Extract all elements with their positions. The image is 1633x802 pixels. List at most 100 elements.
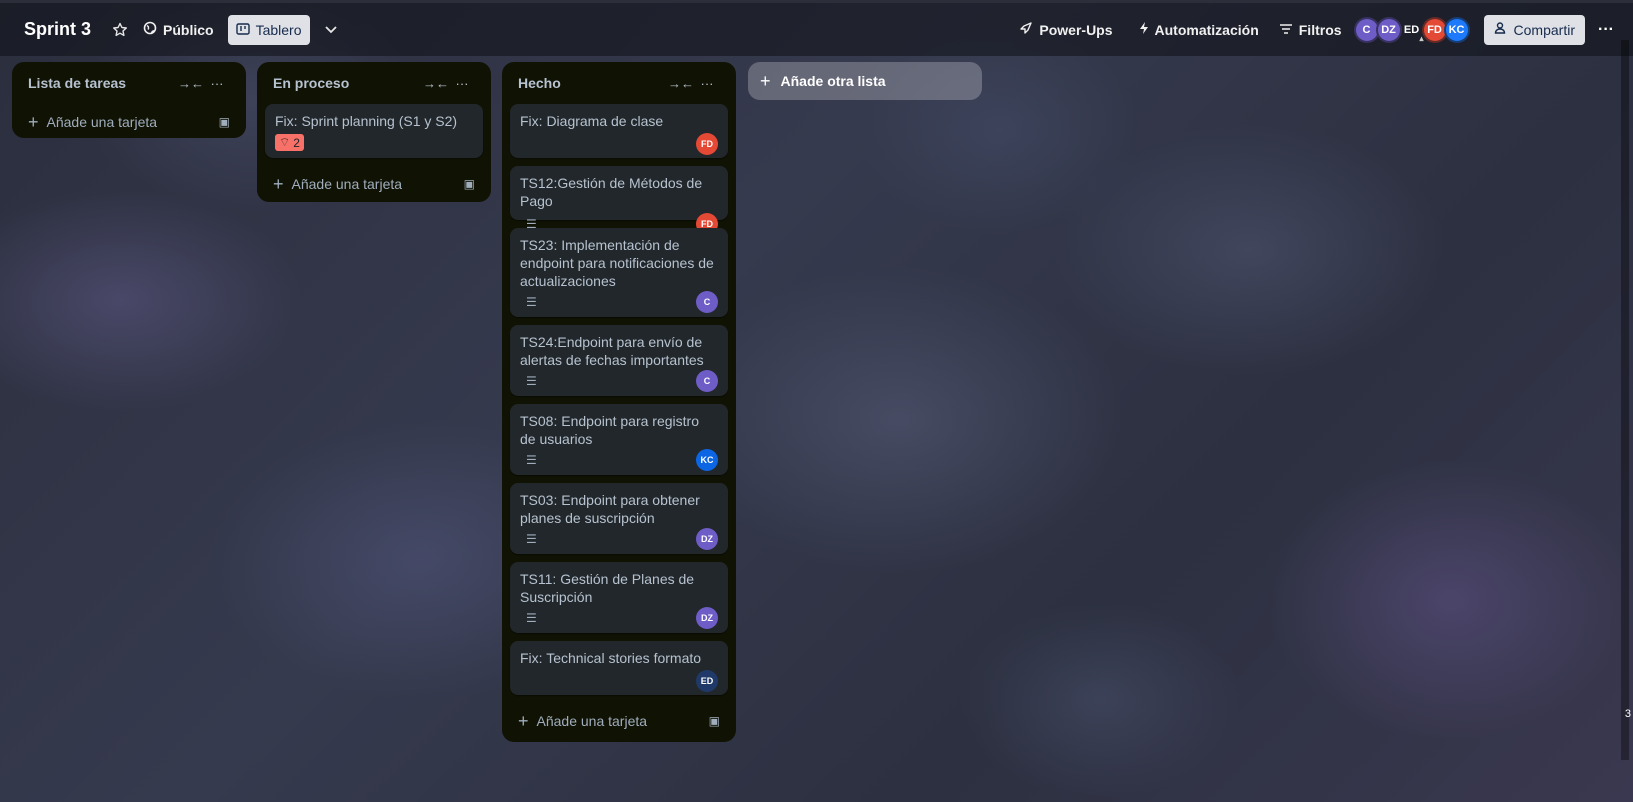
list-header: Hecho →← ··· <box>510 62 728 104</box>
add-card-label: Añade una tarjeta <box>536 713 648 729</box>
card[interactable]: TS03: Endpoint para obtener planes de su… <box>510 483 728 554</box>
tag-icon: ⌔ <box>279 135 291 149</box>
more-icon[interactable]: ··· <box>449 76 475 91</box>
list-header: En proceso →← ··· <box>265 62 483 104</box>
card-footer: ED <box>520 669 718 693</box>
description-icon: ☰ <box>526 453 537 467</box>
card-footer: ☰ DZ <box>520 527 718 551</box>
add-card-button[interactable]: + Añade una tarjeta ▣ <box>20 104 238 140</box>
card-title: Fix: Technical stories formato <box>520 650 702 666</box>
board-header: Sprint 3 Público Tablero Power-Ups Autom… <box>0 0 1633 56</box>
avatar[interactable]: KC <box>1443 16 1470 43</box>
more-icon[interactable]: ··· <box>1591 15 1621 45</box>
list-title[interactable]: Lista de tareas <box>28 75 178 91</box>
collapse-icon[interactable]: →← <box>423 76 449 91</box>
plus-icon: + <box>273 173 284 194</box>
add-list-label: Añade otra lista <box>780 73 886 89</box>
filters-button[interactable]: Filtros <box>1271 15 1350 45</box>
avatar[interactable]: ED <box>696 670 718 692</box>
card-title: Fix: Sprint planning (S1 y S2) <box>275 113 458 129</box>
board-title[interactable]: Sprint 3 <box>24 19 91 40</box>
add-card-button[interactable]: + Añade una tarjeta ▣ <box>265 166 483 202</box>
list-title[interactable]: En proceso <box>273 75 423 91</box>
chevron-down-icon[interactable] <box>316 15 346 45</box>
card-footer: FD <box>520 132 718 156</box>
description-icon: ☰ <box>526 611 537 625</box>
plus-icon: + <box>518 710 529 731</box>
description-icon: ☰ <box>526 374 537 388</box>
share-button[interactable]: Compartir <box>1483 14 1585 45</box>
add-card-label: Añade una tarjeta <box>291 176 403 192</box>
card-footer: ☰ DZ <box>520 606 718 630</box>
automation-button[interactable]: Automatización <box>1131 15 1267 45</box>
badge-count: 2 <box>293 135 300 150</box>
due-badge[interactable]: ⌔ 2 <box>275 134 304 151</box>
edge-number: 3 <box>1624 708 1631 720</box>
lightning-icon <box>1139 21 1149 38</box>
card-title: TS03: Endpoint para obtener planes de su… <box>520 492 700 526</box>
list-title[interactable]: Hecho <box>518 75 668 91</box>
add-list-button[interactable]: + Añade otra lista <box>748 62 982 100</box>
avatar[interactable]: C <box>696 291 718 313</box>
card-title: Fix: Diagrama de clase <box>520 113 664 129</box>
powerups-label: Power-Ups <box>1039 21 1113 38</box>
globe-icon <box>143 21 157 38</box>
avatar-initials: ED <box>1403 23 1420 36</box>
powerups-button[interactable]: Power-Ups <box>1011 15 1120 45</box>
star-icon[interactable] <box>105 15 135 45</box>
visibility-button[interactable]: Público <box>135 15 222 45</box>
card-title: TS11: Gestión de Planes de Suscripción <box>520 571 695 605</box>
description-icon: ☰ <box>526 532 537 546</box>
avatar[interactable]: DZ <box>696 607 718 629</box>
filters-label: Filtros <box>1298 21 1342 38</box>
avatar[interactable]: C <box>696 370 718 392</box>
filter-icon <box>1279 22 1293 38</box>
avatar[interactable]: FD <box>696 133 718 155</box>
list-done: Hecho →← ··· Fix: Diagrama de clase FD T… <box>502 62 736 742</box>
card-title: TS23: Implementación de endpoint para no… <box>520 237 714 289</box>
template-icon[interactable]: ▣ <box>219 115 230 129</box>
card[interactable]: TS11: Gestión de Planes de Suscripción ☰… <box>510 562 728 633</box>
description-icon: ☰ <box>526 295 537 309</box>
card-title: TS24:Endpoint para envío de alertas de f… <box>520 334 704 368</box>
board-members: C DZ ED ▴ FD KC <box>1353 16 1470 43</box>
vertical-scrollbar[interactable] <box>1621 40 1629 760</box>
card[interactable]: Fix: Technical stories formato ED <box>510 641 728 695</box>
card-footer: ☰ C <box>520 290 718 314</box>
board-view-label: Tablero <box>255 21 302 38</box>
board-icon <box>235 22 250 38</box>
card[interactable]: TS24:Endpoint para envío de alertas de f… <box>510 325 728 396</box>
board-view-button[interactable]: Tablero <box>227 14 310 45</box>
list-in-progress: En proceso →← ··· Fix: Sprint planning (… <box>257 62 491 202</box>
share-label: Compartir <box>1513 21 1575 38</box>
rocket-icon <box>1019 21 1033 38</box>
card-title: TS08: Endpoint para registro de usuarios <box>520 413 699 447</box>
collapse-icon[interactable]: →← <box>178 76 204 91</box>
avatar[interactable]: ED ▴ <box>1398 17 1426 43</box>
plus-icon: + <box>760 70 771 91</box>
visibility-label: Público <box>163 21 214 38</box>
card[interactable]: Fix: Sprint planning (S1 y S2) ⌔ 2 <box>265 104 483 158</box>
list-header: Lista de tareas →← ··· <box>20 62 238 104</box>
more-icon[interactable]: ··· <box>204 76 230 91</box>
add-card-button[interactable]: + Añade una tarjeta ▣ <box>510 703 728 739</box>
card-title: TS12:Gestión de Métodos de Pago <box>520 175 703 209</box>
list-todo: Lista de tareas →← ··· + Añade una tarje… <box>12 62 246 138</box>
plus-icon: + <box>28 111 39 132</box>
card[interactable]: TS23: Implementación de endpoint para no… <box>510 228 728 317</box>
card[interactable]: Fix: Diagrama de clase FD <box>510 104 728 158</box>
card[interactable]: TS12:Gestión de Métodos de Pago ☰ FD <box>510 166 728 235</box>
card-footer: ☰ KC <box>520 448 718 472</box>
admin-badge-icon: ▴ <box>1419 33 1424 43</box>
avatar[interactable]: KC <box>696 449 718 471</box>
card[interactable]: TS08: Endpoint para registro de usuarios… <box>510 404 728 475</box>
add-card-label: Añade una tarjeta <box>46 114 158 130</box>
add-person-icon <box>1494 21 1508 38</box>
automation-label: Automatización <box>1154 21 1259 38</box>
card-footer: ☰ C <box>520 369 718 393</box>
collapse-icon[interactable]: →← <box>668 76 694 91</box>
template-icon[interactable]: ▣ <box>709 714 720 728</box>
avatar[interactable]: DZ <box>696 528 718 550</box>
template-icon[interactable]: ▣ <box>464 177 475 191</box>
more-icon[interactable]: ··· <box>694 76 720 91</box>
